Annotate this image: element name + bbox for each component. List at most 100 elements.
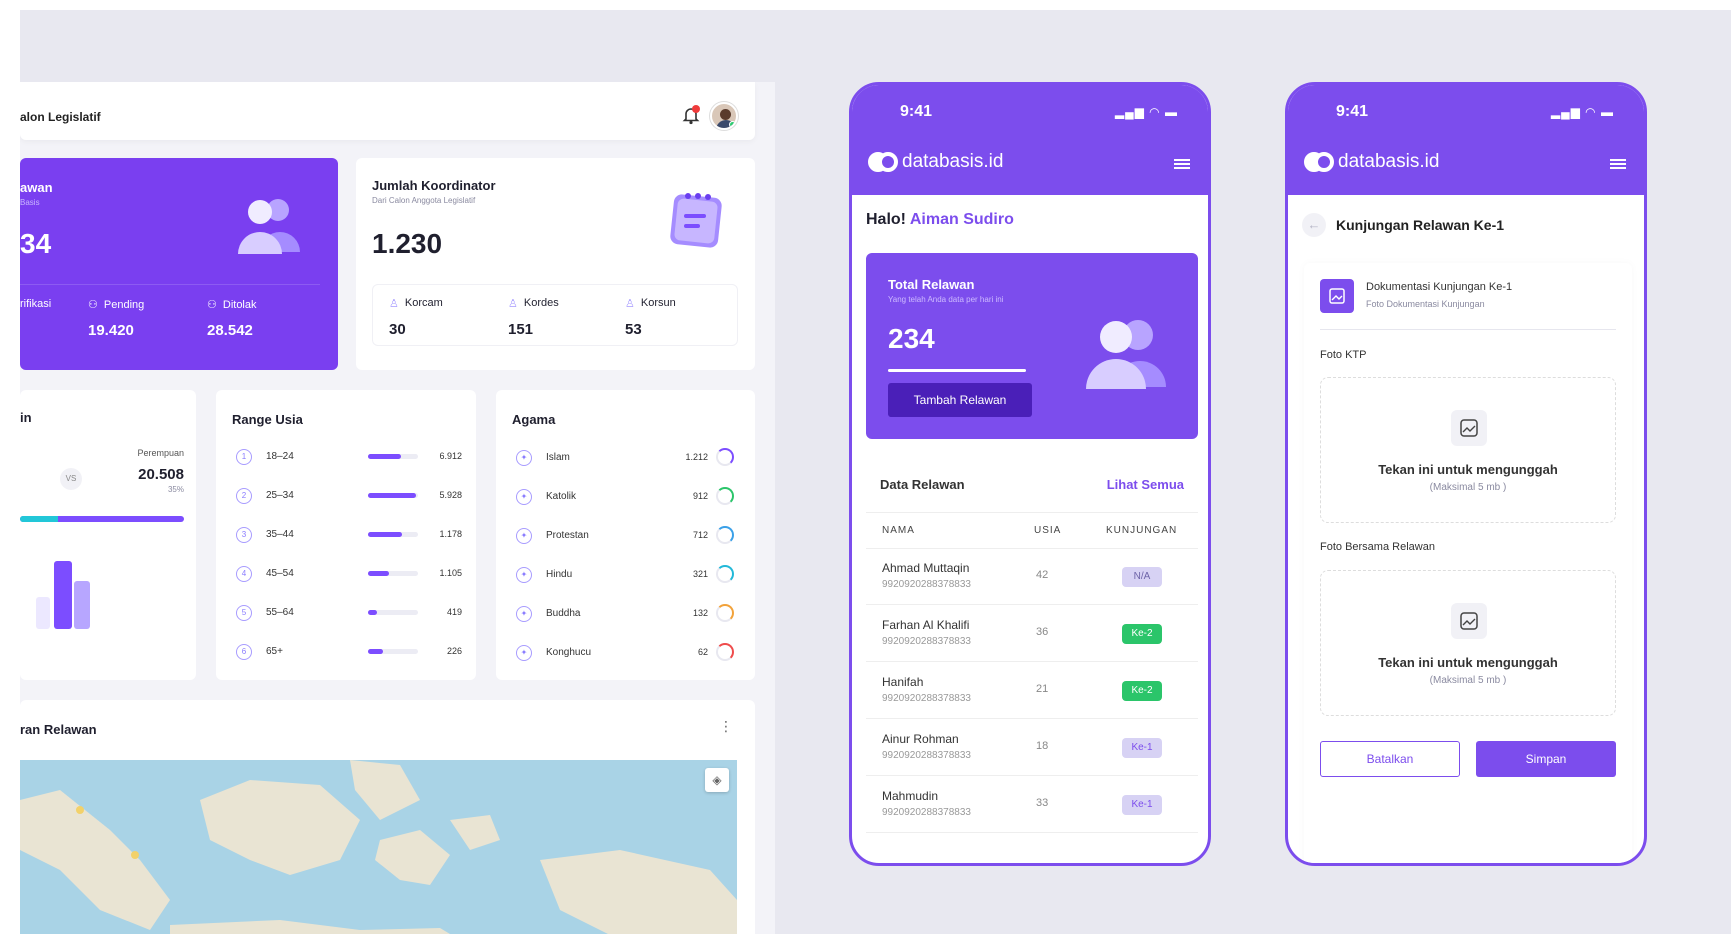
number-badge: 1 <box>236 449 252 465</box>
agama-card: Agama ✦ Islam 1.212 ✦ Katolik 912 ✦ Protestan 71… <box>496 390 755 680</box>
usia-value: 419 <box>446 607 462 617</box>
kunjungan-badge: N/A <box>1122 567 1162 587</box>
upload-ktp-area[interactable]: Tekan ini untuk mengunggah (Maksimal 5 m… <box>1320 377 1616 523</box>
table-header: NAMA USIA KUNJUNGAN <box>866 513 1198 549</box>
usia-row: 1 18–24 6.912 <box>232 448 462 466</box>
status-time: 9:41 <box>900 103 933 120</box>
person-icon: ♙ <box>508 298 518 310</box>
relawan-age: 42 <box>1036 569 1049 581</box>
hamburger-menu-icon[interactable] <box>1174 159 1190 169</box>
layers-icon[interactable]: ◈ <box>705 768 729 792</box>
stat-korcam-label: Korcam <box>404 297 443 309</box>
usia-label: 35–44 <box>266 529 294 540</box>
brand-name: databasis.id <box>902 151 1004 172</box>
brand-name: databasis.id <box>1338 151 1440 172</box>
usia-bar-fill <box>368 493 416 498</box>
upload-bersama-text: Tekan ini untuk mengunggah <box>1378 655 1558 670</box>
stat-ditolak: ⚇ Ditolak <box>207 298 257 312</box>
agama-label: Konghucu <box>546 647 592 658</box>
header-title: alon Legislatif <box>20 110 101 124</box>
relawan-age: 33 <box>1036 797 1049 809</box>
usia-label: 55–64 <box>266 607 294 618</box>
bar-chart-illustration-icon <box>32 555 102 630</box>
tambah-relawan-button[interactable]: Tambah Relawan <box>888 383 1032 417</box>
relawan-name: Ainur Rohman <box>882 732 959 746</box>
koordinator-subtitle: Dari Calon Anggota Legislatif <box>372 196 476 205</box>
person-icon: ♙ <box>389 298 399 310</box>
upload-bersama-area[interactable]: Tekan ini untuk mengunggah (Maksimal 5 m… <box>1320 570 1616 716</box>
total-relawan-subtitle: Yang telah Anda data per hari ini <box>888 295 1004 304</box>
usia-bar <box>368 454 418 459</box>
upload-ktp-text: Tekan ini untuk mengunggah <box>1378 462 1558 477</box>
usia-bar <box>368 610 418 615</box>
user-icon: ⚇ <box>88 299 98 311</box>
agama-label: Buddha <box>546 608 581 619</box>
agama-label: Islam <box>546 452 570 463</box>
table-row[interactable]: Ainur Rohman 9920920288378833 18 Ke-1 <box>866 720 1198 776</box>
status-icons: ▂▄▆ ◠ ▬ <box>1114 105 1178 119</box>
table-row[interactable]: Ahmad Muttaqin 9920920288378833 42 N/A <box>866 549 1198 605</box>
simpan-button[interactable]: Simpan <box>1476 741 1616 777</box>
avatar[interactable] <box>710 102 738 130</box>
stat-ditolak-value: 28.542 <box>207 322 253 339</box>
stat-korcam: ♙ Korcam <box>389 297 443 310</box>
usia-label: 18–24 <box>266 451 294 462</box>
range-usia-title: Range Usia <box>232 412 303 427</box>
usia-value: 5.928 <box>439 490 462 500</box>
user-x-icon: ⚇ <box>207 299 217 311</box>
agama-label: Protestan <box>546 530 589 541</box>
agama-label: Hindu <box>546 569 573 580</box>
batalkan-button[interactable]: Batalkan <box>1320 741 1460 777</box>
usia-row: 3 35–44 1.178 <box>232 526 462 544</box>
usia-row: 4 45–54 1.105 <box>232 565 462 583</box>
relawan-age: 21 <box>1036 683 1049 695</box>
doc-title: Dokumentasi Kunjungan Ke-1 <box>1366 281 1513 293</box>
back-arrow-icon[interactable]: ← <box>1302 213 1326 237</box>
relawan-age: 18 <box>1036 740 1049 752</box>
brand-logo[interactable]: databasis.id <box>1304 151 1439 173</box>
map-card: ran Relawan ⋮ ◈ <box>20 700 755 934</box>
map-view[interactable]: ◈ <box>20 760 737 934</box>
ring-indicator-icon <box>716 526 734 544</box>
ring-indicator-icon <box>716 448 734 466</box>
usia-bar <box>368 649 418 654</box>
perempuan-label: Perempuan <box>137 448 184 458</box>
usia-value: 1.178 <box>439 529 462 539</box>
image-upload-icon <box>1451 603 1487 639</box>
relawan-name: Mahmudin <box>882 789 939 803</box>
lihat-semua-link[interactable]: Lihat Semua <box>1107 477 1184 492</box>
religion-icon: ✦ <box>516 645 532 661</box>
notification-bell-icon[interactable] <box>680 104 702 126</box>
agama-value: 712 <box>692 530 708 540</box>
table-row[interactable]: Hanifah 9920920288378833 21 Ke-2 <box>866 663 1198 719</box>
stat-ditolak-label: Ditolak <box>222 298 257 311</box>
stat-verifikasi-label: rifikasi <box>20 298 52 310</box>
relawan-card-title: awan <box>20 180 53 195</box>
hamburger-menu-icon[interactable] <box>1610 159 1626 169</box>
data-relawan-header: Data Relawan Lihat Semua <box>866 455 1198 513</box>
phone1-header: 9:41 ▂▄▆ ◠ ▬ databasis.id <box>852 85 1208 195</box>
relawan-summary-card: awan Basis 34 rifikasi ⚇ Pending 19.420 ⚇… <box>20 158 338 370</box>
total-relawan-divider <box>888 369 1026 372</box>
religion-icon: ✦ <box>516 528 532 544</box>
relawan-card-subtitle: Basis <box>20 198 40 207</box>
usia-row: 6 65+ 226 <box>232 643 462 661</box>
ring-indicator-icon <box>716 604 734 622</box>
perempuan-pct: 35% <box>167 485 184 494</box>
more-options-icon[interactable]: ⋮ <box>719 718 733 735</box>
doc-subtitle: Foto Dokumentasi Kunjungan <box>1366 299 1485 309</box>
image-doc-icon <box>1320 279 1354 313</box>
religion-icon: ✦ <box>516 567 532 583</box>
kunjungan-badge: Ke-1 <box>1122 795 1162 815</box>
col-usia: USIA <box>1034 525 1062 536</box>
total-relawan-value: 234 <box>888 323 935 354</box>
kunjungan-badge: Ke-2 <box>1122 681 1162 701</box>
relawan-name: Ahmad Muttaqin <box>882 561 970 575</box>
col-kunjungan: KUNJUNGAN <box>1106 525 1178 536</box>
relawan-name: Farhan Al Khalifi <box>882 618 970 632</box>
image-upload-icon <box>1451 410 1487 446</box>
brand-logo[interactable]: databasis.id <box>868 151 1003 173</box>
usia-row: 5 55–64 419 <box>232 604 462 622</box>
table-row[interactable]: Mahmudin 9920920288378833 33 Ke-1 <box>866 777 1198 833</box>
table-row[interactable]: Farhan Al Khalifi 9920920288378833 36 Ke-2 <box>866 606 1198 662</box>
